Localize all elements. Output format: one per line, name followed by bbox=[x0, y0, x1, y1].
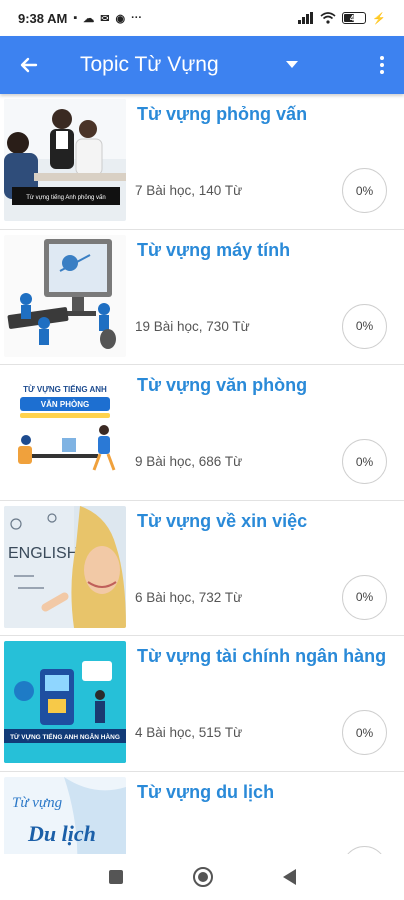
progress-circle: 0% bbox=[342, 439, 387, 484]
progress-circle: 0% bbox=[342, 303, 387, 349]
home-button[interactable] bbox=[192, 867, 213, 887]
status-time: 9:38 AM bbox=[18, 10, 68, 26]
topic-card[interactable]: Từ vựng Du lịch Từ vựng du lịch bbox=[0, 772, 404, 854]
thumbnail-caption: Từ vựng bbox=[12, 795, 63, 811]
progress-circle: 0% bbox=[342, 710, 387, 755]
topic-title: Từ vựng phỏng vấn bbox=[137, 104, 308, 124]
topic-thumbnail-office: TỪ VỰNG TIẾNG ANH VĂN PHÒNG bbox=[4, 370, 126, 492]
message-icon: ✉ bbox=[100, 12, 110, 25]
battery-icon: 43 bbox=[342, 12, 367, 24]
topic-thumbnail-banking: TỪ VỰNG TIẾNG ANH NGÂN HÀNG bbox=[4, 641, 126, 763]
signal-icon bbox=[298, 12, 314, 24]
system-back-button[interactable] bbox=[282, 869, 296, 885]
progress-circle bbox=[342, 845, 387, 854]
app-notification-icon: ◉ bbox=[115, 12, 126, 25]
topic-card[interactable]: TỪ VỰNG TIẾNG ANH NGÂN HÀNG Từ vựng tài … bbox=[0, 636, 404, 772]
recent-apps-button[interactable] bbox=[108, 870, 123, 884]
system-nav-bar bbox=[0, 854, 404, 900]
thumbnail-caption: ENGLISH bbox=[8, 545, 78, 562]
status-left: 9:38 AM ▪ ☁ ✉ ◉ ··· bbox=[18, 11, 142, 26]
topic-list[interactable]: Từ vựng tiếng Anh phỏng vấn Từ vựng phỏn… bbox=[0, 94, 404, 854]
charging-icon: ⚡ bbox=[372, 12, 386, 25]
topic-meta: 4 Bài học, 515 Từ bbox=[135, 725, 243, 740]
back-button[interactable] bbox=[0, 36, 58, 94]
topic-title: Từ vựng tài chính ngân hàng bbox=[137, 646, 387, 666]
topic-card[interactable]: Từ vựng máy tính 19 Bài học, 730 Từ 0% bbox=[0, 230, 404, 365]
app-bar: Topic Từ Vựng bbox=[0, 36, 404, 94]
topic-meta: 9 Bài học, 686 Từ bbox=[135, 454, 243, 469]
more-vertical-icon bbox=[380, 56, 384, 60]
topic-thumbnail-interview: Từ vựng tiếng Anh phỏng vấn bbox=[4, 99, 126, 221]
topic-thumbnail-computer bbox=[4, 234, 126, 357]
progress-circle: 0% bbox=[342, 168, 387, 213]
topic-dropdown-button[interactable] bbox=[282, 55, 302, 75]
progress-circle: 0% bbox=[342, 574, 387, 620]
battery-level: 43 bbox=[349, 13, 359, 23]
wifi-icon bbox=[320, 12, 336, 24]
topic-card[interactable]: ENGLISH Từ vựng về xin việc 6 Bài học, 7… bbox=[0, 501, 404, 636]
topic-thumbnail-job: ENGLISH bbox=[4, 505, 126, 628]
page-title: Topic Từ Vựng bbox=[80, 53, 219, 76]
notification-icon: ▪ bbox=[73, 12, 78, 24]
thumbnail-caption: Từ vựng tiếng Anh phỏng vấn bbox=[26, 194, 105, 201]
topic-meta: 6 Bài học, 732 Từ bbox=[135, 589, 243, 605]
status-bar: 9:38 AM ▪ ☁ ✉ ◉ ··· 43 ⚡ bbox=[0, 0, 404, 36]
caret-down-icon bbox=[286, 61, 298, 68]
topic-meta: 19 Bài học, 730 Từ bbox=[135, 318, 250, 334]
more-options-button[interactable] bbox=[370, 50, 394, 80]
thumbnail-caption-2: VĂN PHÒNG bbox=[41, 400, 89, 409]
topic-card[interactable]: Từ vựng tiếng Anh phỏng vấn Từ vựng phỏn… bbox=[0, 94, 404, 230]
thumbnail-caption: TỪ VỰNG TIẾNG ANH bbox=[23, 384, 107, 394]
arrow-left-icon bbox=[20, 57, 38, 73]
status-right: 43 ⚡ bbox=[298, 12, 386, 25]
thumbnail-caption-2: Du lịch bbox=[27, 821, 96, 846]
topic-meta: 7 Bài học, 140 Từ bbox=[135, 183, 243, 198]
topic-title: Từ vựng máy tính bbox=[137, 239, 291, 260]
topic-thumbnail-travel: Từ vựng Du lịch bbox=[4, 776, 126, 854]
home-icon bbox=[197, 872, 208, 882]
cloud-icon: ☁ bbox=[83, 12, 95, 25]
topic-card[interactable]: TỪ VỰNG TIẾNG ANH VĂN PHÒNG Từ vựng văn … bbox=[0, 365, 404, 501]
topic-title: Từ vựng văn phòng bbox=[137, 375, 308, 395]
topic-title: Từ vựng về xin việc bbox=[137, 510, 308, 531]
topic-title: Từ vựng du lịch bbox=[137, 781, 275, 802]
status-overflow: ··· bbox=[131, 12, 143, 24]
